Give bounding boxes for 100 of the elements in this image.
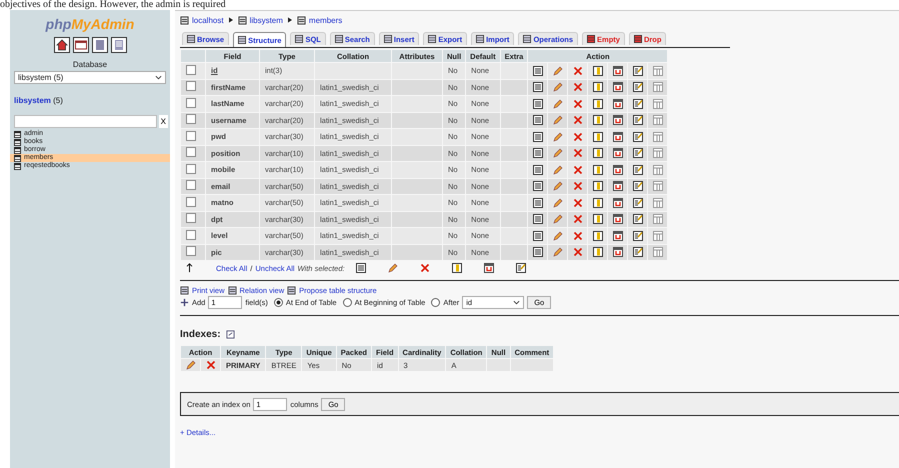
checklist-icon[interactable] xyxy=(632,214,643,224)
list-icon[interactable] xyxy=(532,82,543,92)
pencil-icon[interactable] xyxy=(552,82,563,92)
checkbox[interactable] xyxy=(186,180,196,190)
list-icon[interactable] xyxy=(532,181,543,192)
list-icon[interactable] xyxy=(532,214,543,224)
checkbox[interactable] xyxy=(186,213,196,224)
checkbox[interactable] xyxy=(186,196,196,207)
checklist-icon[interactable] xyxy=(632,98,643,109)
checkbox[interactable] xyxy=(186,81,196,92)
cross-icon[interactable] xyxy=(420,263,430,273)
checklist-icon[interactable] xyxy=(632,230,643,241)
calendar-icon[interactable] xyxy=(612,247,623,258)
grid-icon[interactable] xyxy=(652,148,663,158)
pencil-icon[interactable] xyxy=(552,181,563,192)
pencil-icon[interactable] xyxy=(552,148,563,158)
checklist-icon[interactable] xyxy=(632,66,643,76)
checkbox[interactable] xyxy=(186,64,196,75)
pencil-icon[interactable] xyxy=(552,66,563,76)
document-icon[interactable] xyxy=(110,37,126,53)
calendar-icon[interactable] xyxy=(612,132,623,142)
pencil-icon[interactable] xyxy=(552,115,563,126)
key-icon[interactable] xyxy=(592,115,603,126)
key-icon[interactable] xyxy=(592,247,603,258)
list-icon[interactable] xyxy=(532,230,543,241)
cross-icon[interactable] xyxy=(572,132,583,142)
calendar-icon[interactable] xyxy=(612,230,623,241)
checklist-icon[interactable] xyxy=(632,181,643,192)
cross-icon[interactable] xyxy=(572,98,583,109)
grid-icon[interactable] xyxy=(652,181,663,192)
checklist-icon[interactable] xyxy=(632,132,643,142)
breadcrumb-link[interactable]: libsystem xyxy=(250,16,283,24)
list-icon[interactable] xyxy=(532,247,543,258)
calendar-icon[interactable] xyxy=(612,82,623,92)
checkbox[interactable] xyxy=(186,130,196,141)
cross-icon[interactable] xyxy=(572,66,583,76)
calendar-icon[interactable] xyxy=(612,164,623,175)
radio-button[interactable] xyxy=(431,298,440,307)
list-icon[interactable] xyxy=(532,66,543,76)
key-icon[interactable] xyxy=(592,132,603,142)
list-icon[interactable] xyxy=(356,263,366,273)
checklist-icon[interactable] xyxy=(632,247,643,258)
checklist-icon[interactable] xyxy=(632,82,643,92)
window-icon[interactable] xyxy=(72,37,88,53)
list-icon[interactable] xyxy=(532,198,543,208)
grid-icon[interactable] xyxy=(652,230,663,241)
key-icon[interactable] xyxy=(452,263,462,273)
key-icon[interactable] xyxy=(592,66,603,76)
grid-icon[interactable] xyxy=(652,214,663,224)
key-icon[interactable] xyxy=(592,98,603,109)
pencil-icon[interactable] xyxy=(552,230,563,241)
list-icon[interactable] xyxy=(532,148,543,158)
key-icon[interactable] xyxy=(592,230,603,241)
grid-icon[interactable] xyxy=(652,164,663,175)
grid-icon[interactable] xyxy=(652,247,663,258)
checkbox[interactable] xyxy=(186,246,196,256)
checkbox[interactable] xyxy=(186,147,196,158)
pencil-icon[interactable] xyxy=(552,164,563,175)
pencil-icon[interactable] xyxy=(552,214,563,224)
list-icon[interactable] xyxy=(532,98,543,109)
list-icon[interactable] xyxy=(532,164,543,175)
calendar-icon[interactable] xyxy=(484,263,494,273)
calendar-icon[interactable] xyxy=(612,115,623,126)
calendar-icon[interactable] xyxy=(612,214,623,224)
grid-icon[interactable] xyxy=(652,132,663,142)
radio-button[interactable] xyxy=(274,298,283,307)
cross-icon[interactable] xyxy=(572,247,583,258)
clear-button[interactable]: X xyxy=(158,115,168,128)
checklist-icon[interactable] xyxy=(632,164,643,175)
calendar-icon[interactable] xyxy=(612,148,623,158)
pencil-icon[interactable] xyxy=(552,247,563,258)
pencil-icon[interactable] xyxy=(552,132,563,142)
grid-icon[interactable] xyxy=(652,98,663,109)
checkbox[interactable] xyxy=(186,164,196,174)
calendar-icon[interactable] xyxy=(612,98,623,109)
grid-icon[interactable] xyxy=(652,198,663,208)
key-icon[interactable] xyxy=(592,198,603,208)
grid-icon[interactable] xyxy=(652,66,663,76)
cross-icon[interactable] xyxy=(572,164,583,175)
key-icon[interactable] xyxy=(592,82,603,92)
database-select[interactable]: libsystem (5) xyxy=(14,71,166,84)
checklist-icon[interactable] xyxy=(632,198,643,208)
calendar-icon[interactable] xyxy=(612,66,623,76)
list-icon[interactable] xyxy=(532,115,543,126)
cross-icon[interactable] xyxy=(572,115,583,126)
key-icon[interactable] xyxy=(592,181,603,192)
breadcrumb-link[interactable]: members xyxy=(308,16,342,24)
cross-icon[interactable] xyxy=(572,198,583,208)
list-icon[interactable] xyxy=(532,132,543,142)
breadcrumb-link[interactable]: localhost xyxy=(192,16,224,24)
key-icon[interactable] xyxy=(592,148,603,158)
calendar-icon[interactable] xyxy=(612,181,623,192)
grid-icon[interactable] xyxy=(652,82,663,92)
cross-icon[interactable] xyxy=(572,181,583,192)
home-icon[interactable] xyxy=(54,37,70,53)
calendar-icon[interactable] xyxy=(612,198,623,208)
checklist-icon[interactable] xyxy=(516,263,526,273)
cross-icon[interactable] xyxy=(206,360,216,370)
filter-field[interactable] xyxy=(14,115,157,128)
pencil-icon[interactable] xyxy=(388,263,398,273)
